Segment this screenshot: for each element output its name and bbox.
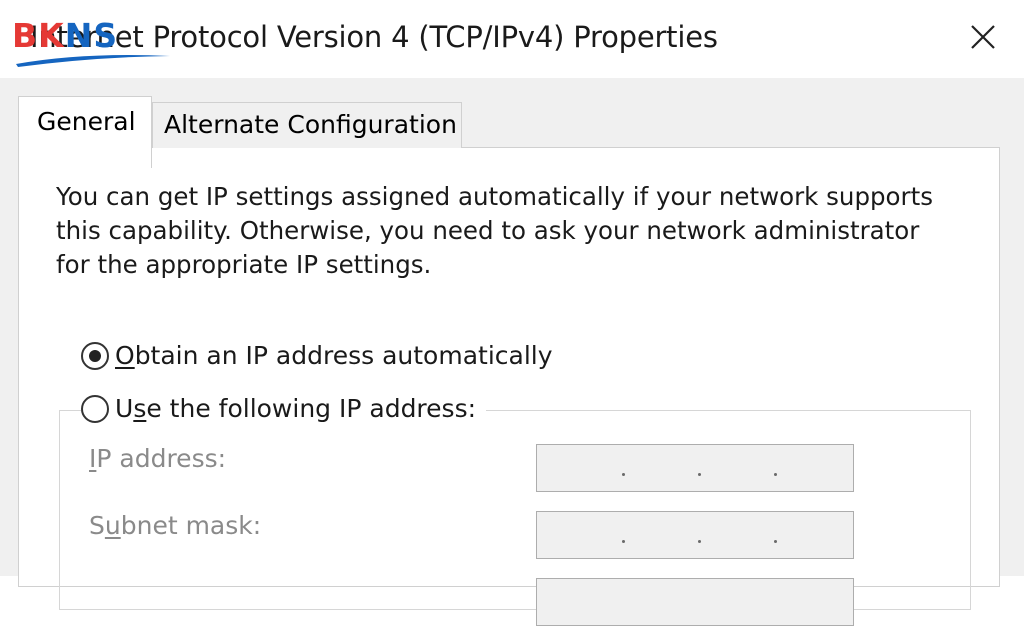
tab-general[interactable]: General [18, 96, 152, 168]
bkns-logo: BKNS [12, 14, 172, 67]
close-icon [971, 25, 995, 49]
radio-obtain-ip-automatically[interactable]: Obtain an IP address automatically [81, 341, 553, 370]
logo-letter-s: S [93, 16, 119, 55]
default-gateway-input[interactable] [536, 578, 854, 626]
logo-letter-k: K [38, 16, 65, 55]
radio-button-checked[interactable] [81, 341, 109, 370]
ip-address-input[interactable] [536, 444, 854, 492]
tab-panel-general: You can get IP settings assigned automat… [18, 147, 1000, 626]
radio-use-following-ip[interactable]: Use the following IP address: [81, 394, 487, 423]
ip-octet-separator [774, 473, 777, 476]
ip-octet-separator [698, 540, 701, 543]
logo-letter-b: B [12, 16, 39, 55]
ip-octet-separator [622, 473, 625, 476]
subnet-mask-label: Subnet mask: [89, 511, 262, 540]
subnet-mask-input[interactable] [536, 511, 854, 559]
radio-button-unchecked[interactable] [81, 394, 109, 423]
ip-octet-separator [698, 473, 701, 476]
logo-letter-n: N [64, 16, 94, 55]
ip-octet-separator [774, 540, 777, 543]
radio-auto-label: Obtain an IP address automatically [115, 341, 553, 370]
tab-alternate-configuration[interactable]: Alternate Configuration [152, 102, 462, 148]
close-button[interactable] [958, 12, 1008, 62]
ip-octet-separator [622, 540, 625, 543]
logo-wordmark: BKNS [12, 14, 118, 58]
dialog-body: You can get IP settings assigned automat… [0, 78, 1024, 626]
ip-address-label: IP address: [89, 444, 227, 473]
intro-text: You can get IP settings assigned automat… [56, 182, 933, 279]
radio-manual-label: Use the following IP address: [115, 394, 477, 423]
